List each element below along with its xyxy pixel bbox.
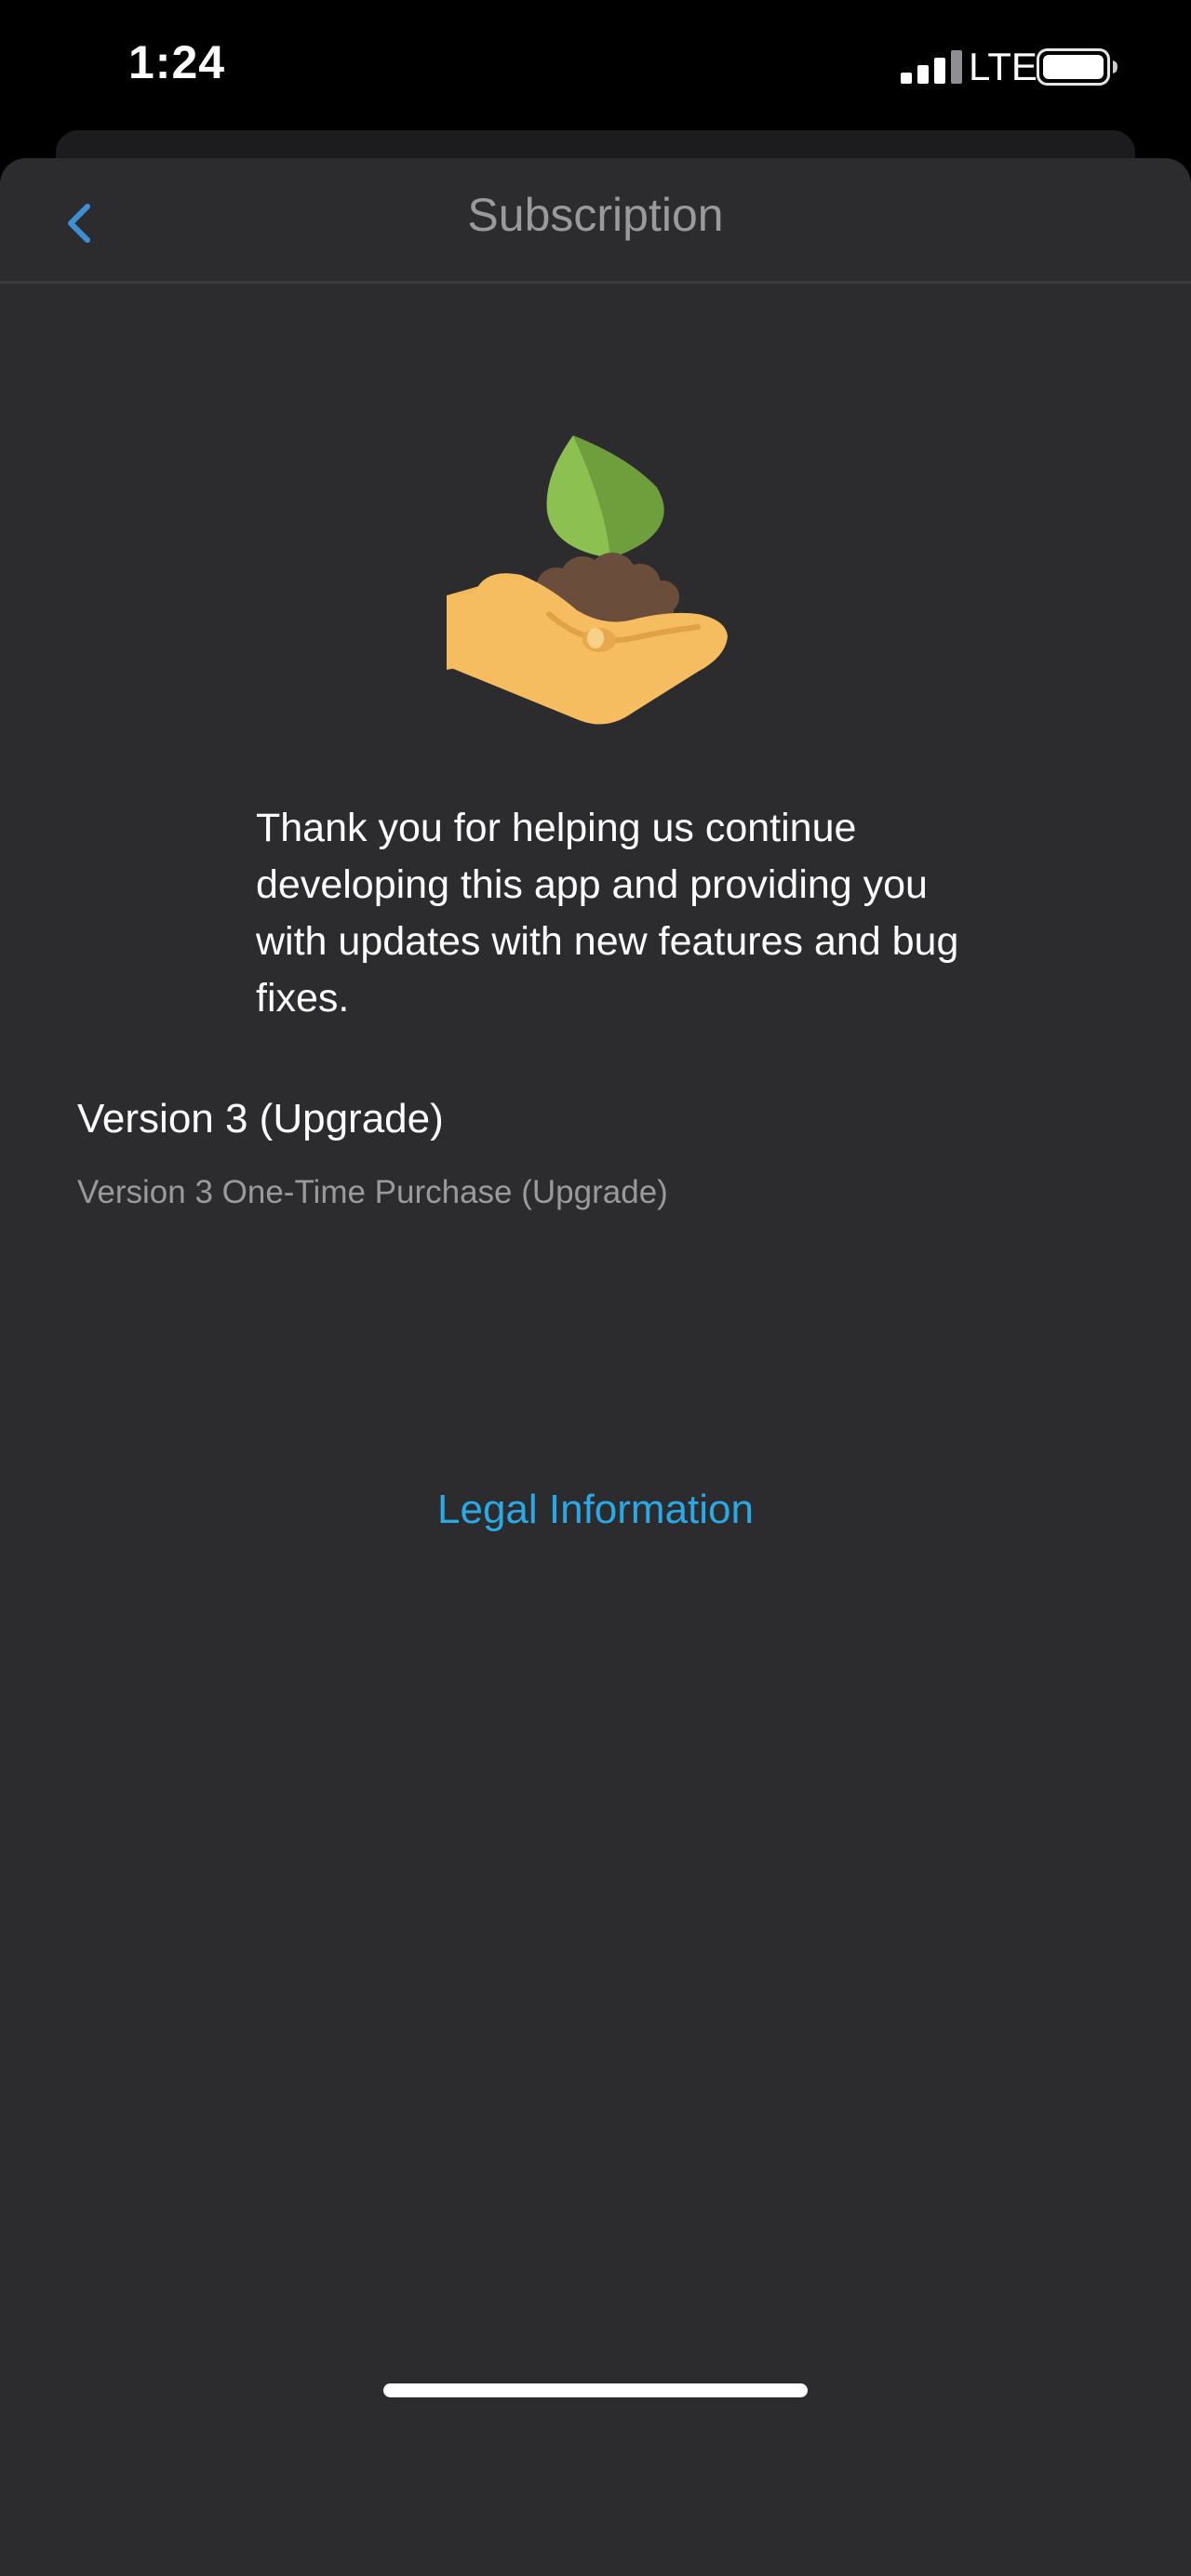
- subscription-sheet: Subscription Thank you for helping us co…: [0, 158, 1191, 2576]
- legal-information-link[interactable]: Legal Information: [0, 1487, 1191, 1533]
- product-subtitle: Version 3 One-Time Purchase (Upgrade): [77, 1174, 668, 1210]
- navigation-bar: Subscription: [0, 158, 1191, 284]
- battery-icon: [1037, 48, 1117, 86]
- status-bar: 1:24 LTE: [0, 0, 1191, 130]
- status-time: 1:24: [128, 36, 226, 88]
- carrier-label: LTE: [969, 45, 1037, 88]
- home-indicator[interactable]: [383, 2383, 808, 2397]
- screen: 1:24 LTE Subscription Thank you for help…: [0, 0, 1191, 2576]
- thank-you-message: Thank you for helping us continue develo…: [256, 806, 959, 1021]
- signal-icon: [901, 50, 962, 84]
- product-title[interactable]: Version 3 (Upgrade): [77, 1096, 444, 1142]
- hand-holding-plant-icon: [447, 435, 728, 725]
- page-title: Subscription: [467, 189, 724, 241]
